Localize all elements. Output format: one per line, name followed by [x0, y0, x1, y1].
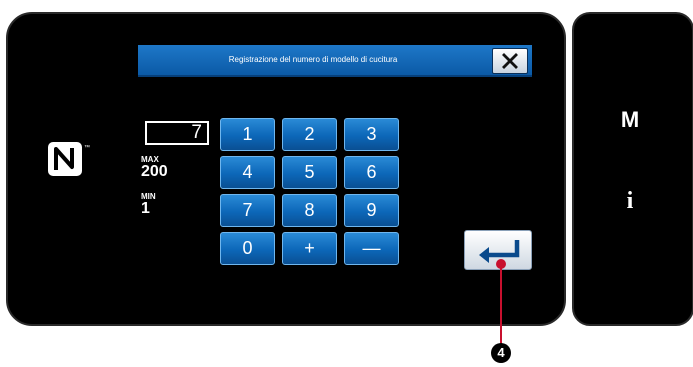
callout-dot [496, 259, 506, 269]
mode-button[interactable]: M [616, 107, 644, 133]
key-5[interactable]: 5 [282, 156, 337, 189]
key-3[interactable]: 3 [344, 118, 399, 151]
min-limit: MIN 1 [141, 193, 156, 217]
close-icon [502, 53, 518, 69]
nfc-icon: ™ [48, 142, 90, 176]
max-value: 200 [141, 163, 168, 180]
key-minus[interactable]: — [344, 232, 399, 265]
key-7[interactable]: 7 [220, 194, 275, 227]
key-1[interactable]: 1 [220, 118, 275, 151]
key-4[interactable]: 4 [220, 156, 275, 189]
dialog-titlebar: Registrazione del numero di modello di c… [138, 45, 532, 77]
dialog-title: Registrazione del numero di modello di c… [228, 55, 398, 64]
min-value: 1 [141, 200, 150, 217]
callout-line [500, 263, 502, 345]
pattern-number-input[interactable]: 7 [145, 121, 209, 145]
max-limit: MAX 200 [141, 156, 168, 180]
info-button[interactable]: i [616, 188, 644, 215]
side-panel [572, 12, 693, 326]
callout-number: 4 [491, 343, 511, 363]
key-6[interactable]: 6 [344, 156, 399, 189]
key-9[interactable]: 9 [344, 194, 399, 227]
key-2[interactable]: 2 [282, 118, 337, 151]
key-0[interactable]: 0 [220, 232, 275, 265]
close-button[interactable] [492, 48, 528, 74]
svg-text:™: ™ [84, 144, 90, 151]
key-plus[interactable]: + [282, 232, 337, 265]
key-8[interactable]: 8 [282, 194, 337, 227]
